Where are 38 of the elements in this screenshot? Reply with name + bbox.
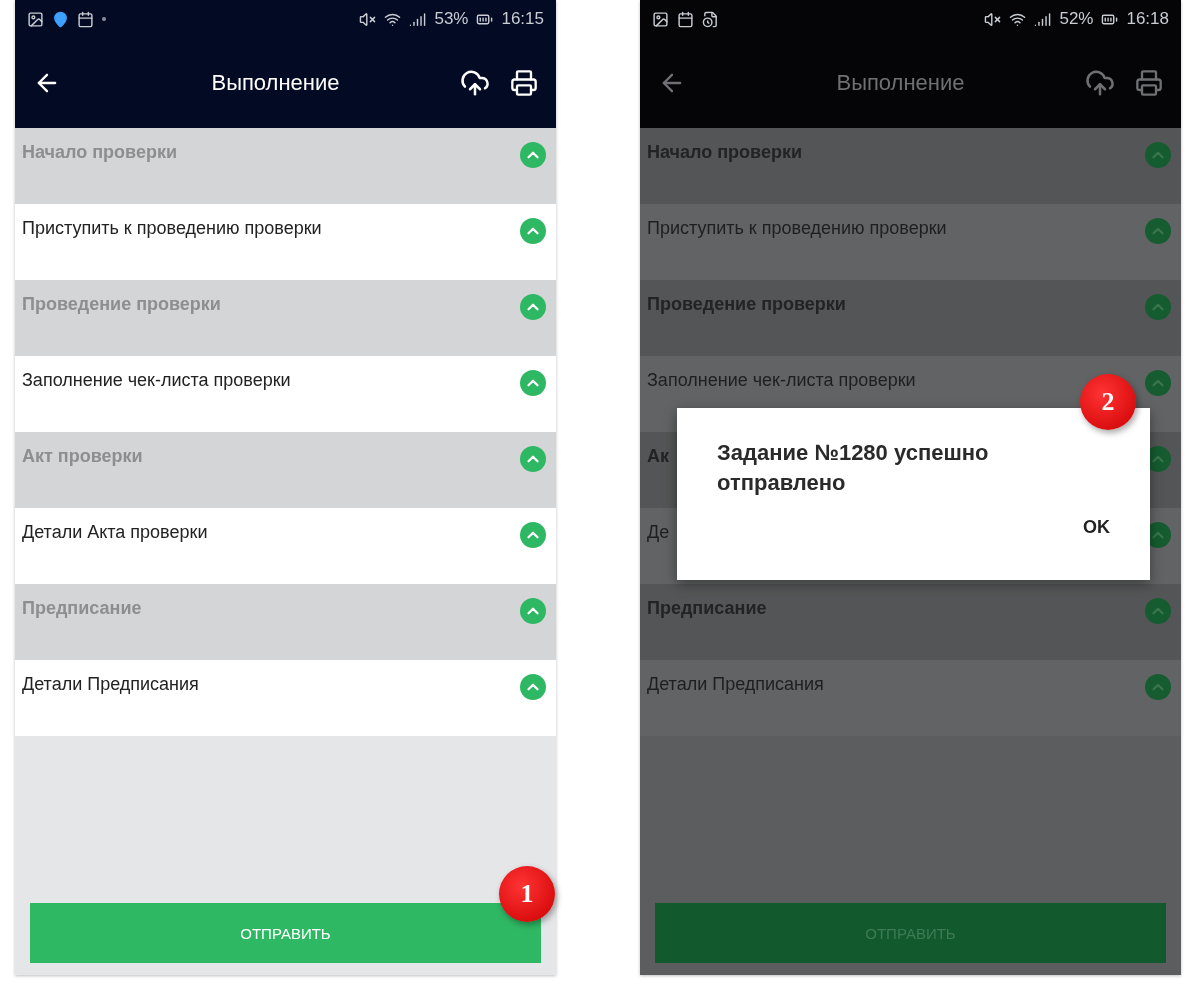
- battery-percent: 52%: [1059, 9, 1094, 29]
- screen-title: Выполнение: [210, 70, 341, 96]
- item-label: Детали Акта проверки: [22, 522, 208, 543]
- item-label: Заполнение чек-листа проверки: [647, 370, 916, 391]
- list-item[interactable]: Детали Предписания: [15, 660, 556, 736]
- cloud-upload-icon[interactable]: [460, 68, 490, 98]
- list-item[interactable]: Приступить к проведению проверки: [15, 204, 556, 280]
- screen-title: Выполнение: [835, 70, 966, 96]
- mute-icon: [984, 10, 1002, 28]
- clock-time: 16:15: [501, 9, 544, 29]
- list-item[interactable]: Заполнение чек-листа проверки: [15, 356, 556, 432]
- number-badge: 1: [499, 866, 555, 922]
- list-item[interactable]: Детали Акта проверки: [15, 508, 556, 584]
- clock-time: 16:18: [1126, 9, 1169, 29]
- section-title: Начало проверки: [22, 142, 177, 163]
- printer-icon[interactable]: [510, 69, 538, 97]
- mute-icon: [359, 10, 377, 28]
- image-icon: [27, 10, 44, 28]
- battery-percent: 53%: [434, 9, 469, 29]
- section-title: Акт проверки: [22, 446, 143, 467]
- calendar-icon: [677, 10, 694, 28]
- ok-button[interactable]: OK: [1075, 513, 1118, 543]
- item-label: Детали Предписания: [22, 674, 199, 695]
- dialog-message: Задание №1280 успешно отправлено: [717, 439, 990, 497]
- item-label: Приступить к проведению проверки: [22, 218, 322, 239]
- item-label: Детали Предписания: [647, 674, 824, 695]
- document-icon: [702, 10, 719, 28]
- image-icon: [652, 10, 669, 28]
- item-label: Заполнение чек-листа проверки: [22, 370, 291, 391]
- calendar-icon: [77, 10, 94, 28]
- location-pin-icon: [52, 10, 69, 28]
- signal-icon: [1034, 10, 1052, 28]
- section-title: Предписание: [22, 598, 142, 619]
- dot-icon: [102, 17, 106, 21]
- item-label: Де: [647, 522, 670, 543]
- section-title: Проведение проверки: [22, 294, 221, 315]
- signal-icon: [409, 10, 427, 28]
- item-label: Приступить к проведению проверки: [647, 218, 947, 239]
